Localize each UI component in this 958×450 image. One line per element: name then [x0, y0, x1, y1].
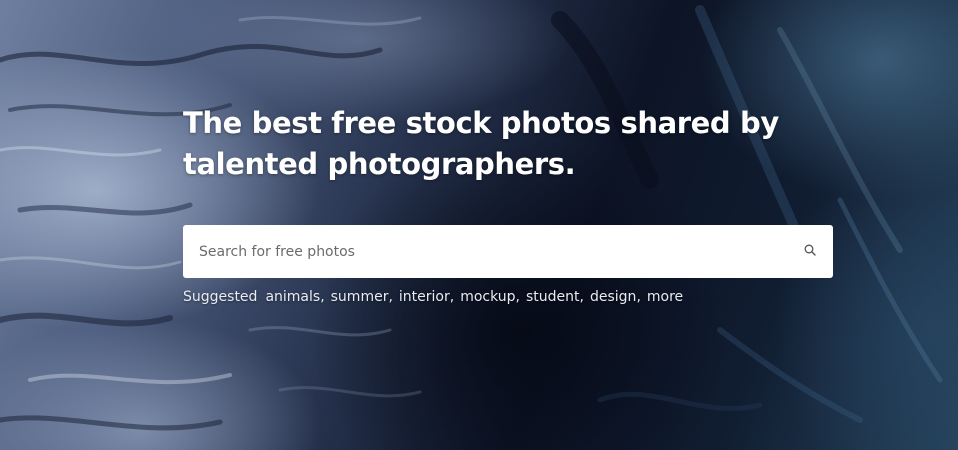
suggested-link-animals[interactable]: animals: [265, 289, 320, 305]
separator: ,: [636, 289, 641, 305]
hero-section: The best free stock photos shared by tal…: [0, 0, 958, 450]
separator: ,: [579, 289, 584, 305]
separator: ,: [388, 289, 393, 305]
suggested-link-student[interactable]: student: [526, 289, 580, 305]
suggested-link-design[interactable]: design: [590, 289, 636, 305]
separator: ,: [320, 289, 325, 305]
hero-content: The best free stock photos shared by tal…: [183, 103, 833, 305]
search-input[interactable]: [183, 225, 787, 278]
suggested-link-summer[interactable]: summer: [331, 289, 389, 305]
suggested-label: Suggested: [183, 289, 258, 305]
search-icon: [804, 244, 816, 259]
suggested-link-more[interactable]: more: [647, 289, 683, 305]
separator: ,: [449, 289, 455, 305]
suggested-link-interior[interactable]: interior: [399, 289, 450, 305]
search-button[interactable]: [787, 225, 833, 278]
search-bar[interactable]: [183, 225, 833, 278]
suggested-link-mockup[interactable]: mockup: [460, 289, 515, 305]
suggested-searches: Suggested animals, summer, interior, moc…: [183, 289, 683, 305]
separator: ,: [515, 289, 520, 305]
hero-headline: The best free stock photos shared by tal…: [183, 106, 779, 181]
